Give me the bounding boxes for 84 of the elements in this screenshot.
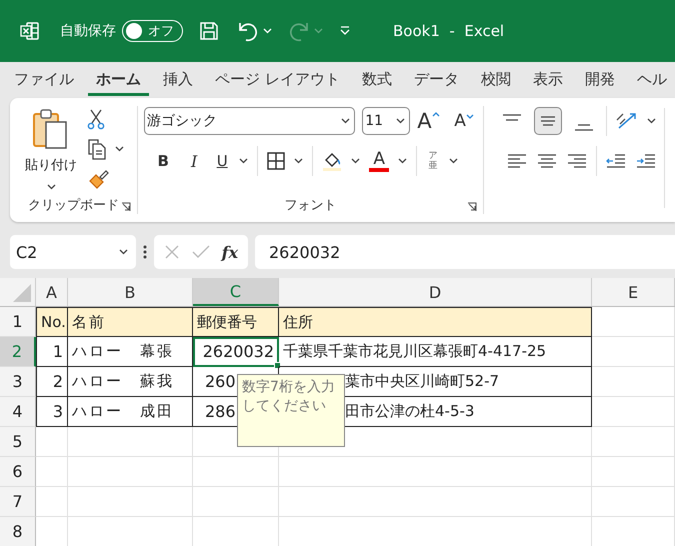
dialog-launcher-icon[interactable] — [121, 202, 132, 212]
table-cell: 住所 — [279, 307, 592, 337]
undo-icon[interactable] — [237, 20, 259, 42]
row-header[interactable]: 8 — [0, 517, 36, 546]
table-cell: ハロー 成田 — [68, 397, 193, 427]
menu-tab[interactable]: ヘル — [628, 64, 675, 96]
caret-icon[interactable] — [115, 146, 124, 152]
font-size-dropdown[interactable]: 11 — [362, 107, 410, 135]
underline-button[interactable]: U — [214, 152, 230, 170]
caret-icon[interactable] — [239, 158, 248, 164]
caret-icon[interactable] — [294, 158, 304, 164]
autosave-toggle[interactable]: オフ — [122, 20, 183, 42]
table-cell: 名前 — [68, 307, 193, 337]
borders-icon[interactable] — [267, 152, 286, 170]
align-center-lines-icon[interactable] — [536, 152, 558, 170]
customize-menu-icon[interactable] — [339, 26, 351, 36]
paintbrush-icon[interactable] — [87, 168, 109, 190]
caret-icon[interactable] — [396, 118, 406, 124]
column-header[interactable]: E — [592, 278, 675, 306]
input-message-tooltip: 数字7桁を入力してください — [237, 374, 345, 447]
align-left-lines-icon[interactable] — [506, 152, 528, 170]
table-cell: No. — [36, 307, 68, 337]
align-top-icon — [500, 114, 523, 121]
bold-button[interactable]: B — [152, 152, 174, 170]
table-cell: 2 — [36, 367, 68, 397]
row-header[interactable]: 4 — [0, 397, 36, 427]
group-label: フォント — [284, 197, 336, 214]
font-color-button[interactable]: A — [369, 150, 390, 172]
autosave-label: 自動保存 — [60, 22, 116, 40]
menu-tab[interactable]: 表示 — [524, 64, 571, 96]
menu-tab[interactable]: ファイル — [6, 64, 82, 96]
copy-icon[interactable] — [87, 138, 107, 160]
phonetic-button[interactable]: ア 亜 — [426, 151, 440, 171]
caret-icon[interactable] — [341, 118, 350, 124]
group-label: クリップボード — [28, 197, 120, 214]
table-cell: 3 — [36, 397, 68, 427]
caret-icon[interactable] — [351, 158, 360, 164]
window-title: Book1 - Excel — [393, 22, 504, 40]
menu-tab[interactable]: データ — [406, 64, 467, 96]
menu-tab[interactable]: 数式 — [354, 64, 400, 96]
caret-icon[interactable] — [449, 158, 458, 164]
save-icon[interactable] — [199, 21, 219, 41]
table-cell: ハロー 幕張 — [68, 337, 193, 367]
insert-function-button[interactable]: fx — [222, 242, 238, 262]
row-header[interactable]: 7 — [0, 487, 36, 517]
column-header[interactable]: D — [279, 278, 592, 306]
caret-icon[interactable] — [119, 249, 128, 255]
name-box[interactable]: C2 — [10, 235, 136, 269]
align-right-lines-icon[interactable] — [566, 152, 588, 170]
row-header[interactable]: 1 — [0, 307, 36, 337]
formula-field[interactable]: 2620032 — [255, 235, 675, 269]
caret-icon[interactable] — [398, 158, 408, 164]
more-options-icon[interactable] — [143, 244, 147, 260]
italic-button[interactable]: I — [183, 152, 206, 170]
align-bottom-icon — [572, 124, 595, 131]
menu-tab[interactable]: ページ レイアウト — [207, 64, 348, 96]
paste-button-label[interactable]: 貼り付け — [25, 156, 77, 174]
excel-logo-icon[interactable] — [20, 21, 40, 41]
menu-tab[interactable]: 開発 — [576, 64, 623, 96]
middle-align-button[interactable] — [534, 107, 562, 135]
menu-tab[interactable]: 校閲 — [472, 64, 519, 96]
check-icon[interactable] — [192, 244, 210, 260]
row-header[interactable]: 5 — [0, 427, 36, 457]
fill-bucket-icon[interactable] — [322, 151, 342, 171]
table-cell: 1 — [36, 337, 68, 367]
shrink-font-button[interactable]: A — [454, 111, 480, 131]
menu-tab[interactable]: 挿入 — [155, 64, 201, 96]
dialog-launcher-icon[interactable] — [466, 202, 477, 212]
increase-indent-icon[interactable] — [634, 152, 657, 170]
scissors-icon[interactable] — [87, 108, 105, 130]
caret-icon[interactable] — [46, 184, 56, 190]
column-header[interactable]: A — [36, 278, 68, 306]
row-header[interactable]: 3 — [0, 367, 36, 397]
font-name-dropdown[interactable]: 游ゴシック — [144, 107, 356, 135]
caret-icon[interactable] — [646, 118, 656, 124]
up-caret-icon — [432, 112, 440, 117]
row-header[interactable]: 6 — [0, 457, 36, 487]
table-cell: ハロー 蘇我 — [68, 367, 193, 397]
table-cell: 2620032 — [193, 337, 279, 367]
table-cell: 郵便番号 — [193, 307, 279, 337]
decrease-indent-icon[interactable] — [604, 152, 627, 170]
down-caret-icon — [466, 114, 474, 119]
table-cell: 千葉県千葉市花見川区幕張町4-417-25 — [279, 337, 592, 367]
grow-font-button[interactable]: A — [417, 109, 448, 133]
